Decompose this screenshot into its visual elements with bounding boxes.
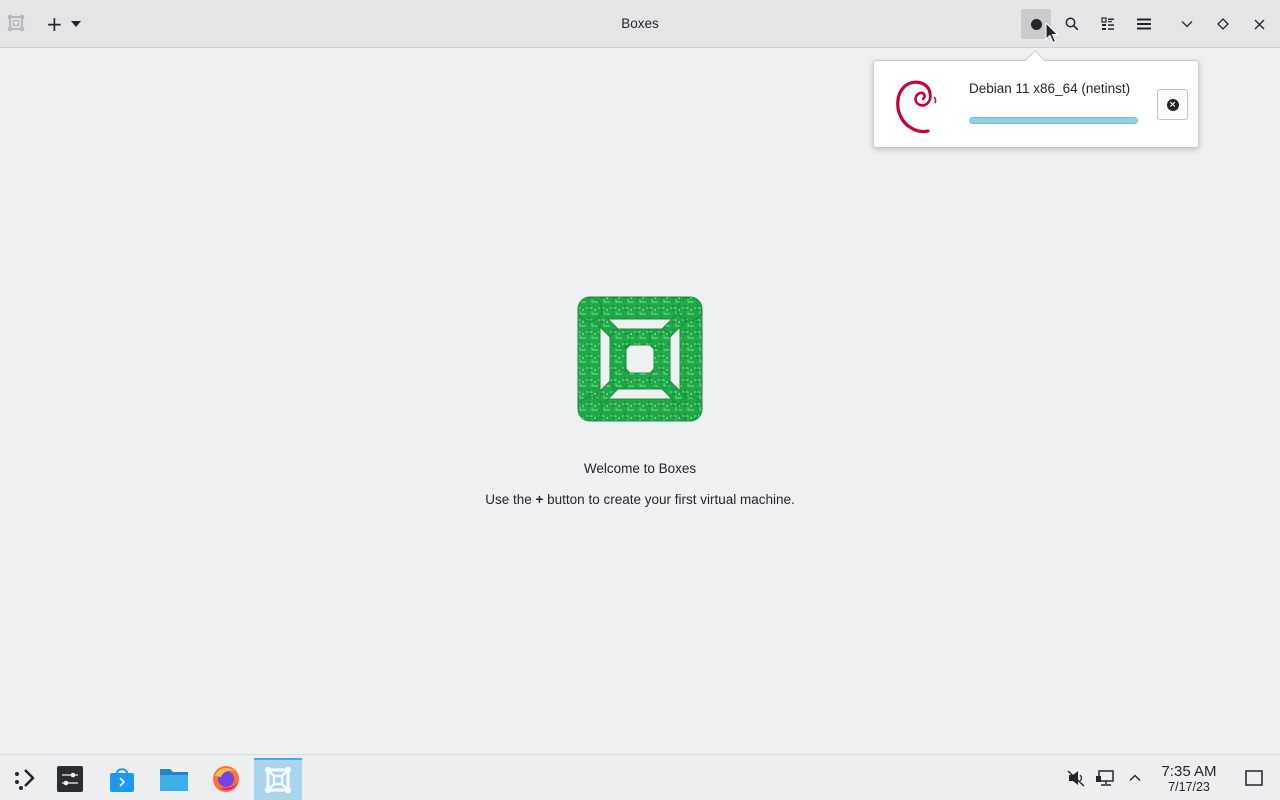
- taskbar-item-firefox[interactable]: [202, 758, 250, 800]
- mouse-cursor-icon: [1045, 22, 1059, 44]
- welcome-text-plus: +: [535, 492, 544, 507]
- taskbar-item-system-settings[interactable]: [46, 758, 94, 800]
- window-title: Boxes: [621, 16, 659, 31]
- plus-icon: +: [46, 12, 63, 36]
- chevron-up-icon: [1129, 774, 1141, 781]
- close-icon: [1254, 19, 1264, 29]
- volume-tray-button[interactable]: [1065, 767, 1087, 789]
- volume-muted-icon: [1067, 770, 1085, 787]
- network-wired-icon: [1096, 770, 1114, 786]
- application-launcher-icon: [15, 769, 35, 790]
- window-titlebar: + Boxes: [0, 0, 1280, 48]
- cancel-icon: ×: [1166, 98, 1179, 111]
- download-item-name: Debian 11 x86_64 (netinst): [969, 81, 1131, 96]
- minimize-button[interactable]: [1172, 9, 1202, 39]
- view-toggle-button[interactable]: [1093, 9, 1123, 39]
- boxes-app-icon: [7, 14, 25, 32]
- new-vm-button[interactable]: +: [40, 11, 86, 37]
- taskbar-item-file-manager[interactable]: [150, 758, 198, 800]
- chevron-down-icon: [1181, 21, 1193, 28]
- popover-arrow: [1025, 50, 1045, 70]
- download-progress-bar: [969, 117, 1138, 124]
- maximize-button[interactable]: [1208, 9, 1238, 39]
- welcome-instructions: Use the + button to create your first vi…: [0, 492, 1280, 507]
- firefox-icon: [213, 766, 239, 792]
- search-icon: [1065, 17, 1079, 31]
- taskbar-item-boxes[interactable]: [254, 758, 302, 800]
- system-settings-icon: [57, 766, 83, 792]
- application-launcher-button[interactable]: [0, 758, 48, 800]
- clock-time: 7:35 AM: [1161, 763, 1217, 780]
- diamond-icon: [1217, 18, 1229, 30]
- file-manager-icon: [160, 769, 188, 791]
- download-progress-fill: [970, 118, 1137, 123]
- digital-clock[interactable]: 7:35 AM 7/17/23: [1152, 763, 1226, 795]
- search-button[interactable]: [1057, 9, 1087, 39]
- boxes-icon: [264, 766, 292, 794]
- boxes-welcome-logo: [574, 293, 706, 425]
- debian-logo-icon: [890, 73, 944, 135]
- downloads-indicator-icon: [1030, 18, 1042, 30]
- close-button[interactable]: [1244, 9, 1274, 39]
- tray-expand-button[interactable]: [1124, 767, 1146, 789]
- downloads-popover: Debian 11 x86_64 (netinst) ×: [873, 50, 1199, 148]
- network-tray-button[interactable]: [1095, 767, 1117, 789]
- clock-date: 7/17/23: [1168, 780, 1210, 794]
- welcome-text-before: Use the: [485, 492, 532, 507]
- discover-store-icon: [110, 768, 134, 792]
- hamburger-menu-icon: [1137, 18, 1151, 30]
- welcome-text-after: button to create your first virtual mach…: [547, 492, 795, 507]
- taskbar: 7:35 AM 7/17/23: [0, 754, 1280, 800]
- caret-down-icon: [70, 21, 81, 27]
- taskbar-item-discover[interactable]: [98, 758, 146, 800]
- main-menu-button[interactable]: [1129, 9, 1159, 39]
- show-desktop-icon: [1245, 770, 1263, 786]
- welcome-title: Welcome to Boxes: [583, 461, 697, 476]
- list-view-icon: [1101, 17, 1114, 30]
- show-desktop-button[interactable]: [1243, 767, 1265, 789]
- cancel-download-button[interactable]: ×: [1157, 89, 1188, 120]
